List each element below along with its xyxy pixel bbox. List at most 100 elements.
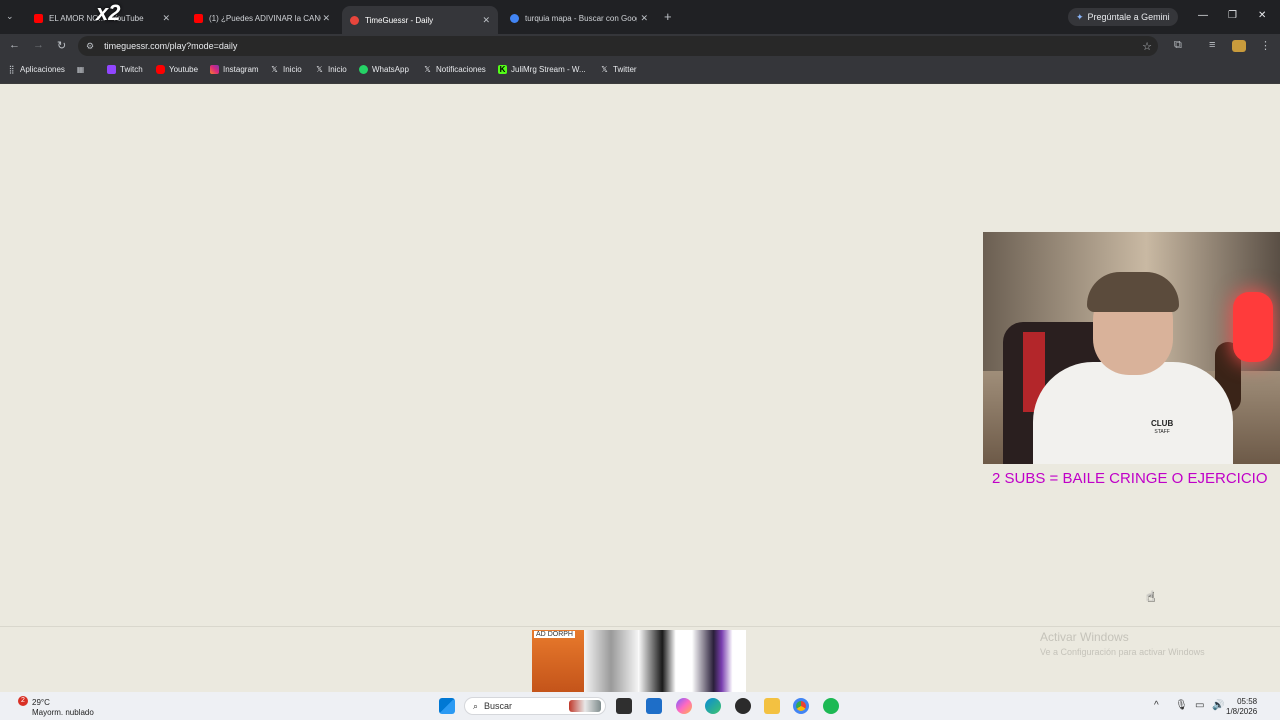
activate-windows-subtitle: Ve a Configuración para activar Windows bbox=[1040, 647, 1205, 657]
bookmark-x-twitter[interactable]: 𝕏 Twitter bbox=[600, 65, 637, 74]
network-icon[interactable]: ▭ bbox=[1195, 700, 1204, 711]
extensions-puzzle-icon[interactable]: ⧉ bbox=[1174, 39, 1182, 52]
bookmark-grid[interactable]: ▦ bbox=[76, 65, 89, 74]
kebab-menu-icon[interactable]: ⋮ bbox=[1260, 39, 1271, 52]
profile-avatar-icon[interactable] bbox=[1232, 40, 1246, 52]
minimize-icon[interactable]: — bbox=[1198, 10, 1208, 21]
restore-icon[interactable]: ❐ bbox=[1228, 10, 1237, 21]
gemini-sparkle-icon: ✦ bbox=[1076, 11, 1084, 22]
taskbar-clock[interactable]: 05:58 1/8/2026 bbox=[1226, 697, 1257, 717]
windows-start-icon[interactable] bbox=[439, 698, 455, 714]
tab-title: (1) ¿Puedes ADIVINAR la CANCIÓN bbox=[209, 13, 321, 23]
shirt-logo-line1: CLUB bbox=[1151, 419, 1174, 428]
youtube-icon bbox=[156, 65, 165, 74]
tab-title: TimeGuessr - Daily bbox=[365, 15, 434, 25]
edge-browser-icon[interactable] bbox=[705, 698, 721, 714]
bookmark-whatsapp[interactable]: WhatsApp bbox=[359, 65, 409, 74]
tab-timeguessr[interactable]: TimeGuessr - Daily ✕ bbox=[342, 6, 498, 34]
tab-search-chevron-icon[interactable]: ⌄ bbox=[6, 11, 14, 22]
x-icon: 𝕏 bbox=[316, 65, 323, 74]
windows-taskbar: 2 29°C Mayorm. nublado ⌕ Buscar ^ 🎙 ▭ 🔊 … bbox=[0, 692, 1280, 720]
reload-icon[interactable]: ↻ bbox=[57, 39, 66, 52]
close-tab-icon[interactable]: ✕ bbox=[640, 13, 648, 24]
chrome-browser-icon[interactable] bbox=[793, 698, 809, 714]
bookmark-x-inicio-2[interactable]: 𝕏 Inicio bbox=[315, 65, 346, 74]
bookmark-label: Inicio bbox=[283, 65, 302, 74]
new-tab-plus-icon[interactable]: + bbox=[664, 9, 672, 24]
tab-google-search[interactable]: turquia mapa - Buscar con Google ✕ bbox=[502, 6, 656, 30]
gemini-label: Pregúntale a Gemini bbox=[1087, 12, 1170, 22]
instagram-icon bbox=[210, 65, 219, 74]
bookmark-label: WhatsApp bbox=[372, 65, 409, 74]
search-icon: ⌕ bbox=[473, 700, 479, 711]
close-tab-icon[interactable]: ✕ bbox=[482, 15, 490, 26]
back-arrow-icon[interactable]: ← bbox=[9, 39, 20, 51]
shirt-logo: CLUB STAFF bbox=[1151, 420, 1173, 436]
bookmark-label: Aplicaciones bbox=[20, 65, 65, 74]
bookmark-star-icon[interactable]: ☆ bbox=[1142, 40, 1152, 53]
app-icon-2[interactable] bbox=[735, 698, 751, 714]
address-bar[interactable]: ⚙ timeguessr.com/play?mode=daily ☆ bbox=[78, 36, 1158, 56]
app-icon-1[interactable] bbox=[646, 698, 662, 714]
ad-product-black bbox=[638, 630, 692, 692]
activate-windows-watermark: Activar Windows Ve a Configuración para … bbox=[1040, 630, 1205, 657]
bookmark-label: Instagram bbox=[223, 65, 259, 74]
streamer-body bbox=[1033, 362, 1233, 464]
gemini-button[interactable]: ✦ Pregúntale a Gemini bbox=[1068, 8, 1178, 26]
ad-label: AD DORPH bbox=[534, 631, 575, 638]
x-icon: 𝕏 bbox=[601, 65, 608, 74]
bookmark-kick-stream[interactable]: K JuliMrg Stream - W... bbox=[498, 65, 586, 74]
timeguessr-favicon-icon bbox=[350, 15, 359, 25]
forward-arrow-icon[interactable]: → bbox=[33, 39, 44, 51]
site-info-icon[interactable]: ⚙ bbox=[86, 41, 94, 52]
bookmark-instagram[interactable]: Instagram bbox=[210, 65, 259, 74]
media-control-icon[interactable]: ≡ bbox=[1209, 39, 1215, 51]
ad-banner[interactable]: AD DORPH bbox=[532, 630, 746, 692]
weather-desc: Mayorm. nublado bbox=[32, 708, 94, 717]
apps-grid-icon: ⣿ bbox=[8, 65, 15, 74]
search-highlight-image bbox=[569, 700, 601, 712]
twitch-icon bbox=[107, 65, 116, 74]
bookmark-label: Youtube bbox=[169, 65, 199, 74]
microphone-icon[interactable]: 🎙 bbox=[1175, 700, 1188, 711]
tab-title: turquia mapa - Buscar con Google bbox=[525, 13, 637, 23]
ad-product-purple bbox=[692, 630, 746, 692]
copilot-icon[interactable] bbox=[676, 698, 692, 714]
close-tab-icon[interactable]: ✕ bbox=[162, 13, 170, 24]
file-explorer-icon[interactable] bbox=[764, 698, 780, 714]
bookmark-label: Twitter bbox=[613, 65, 637, 74]
bookmark-apps[interactable]: ⣿ Aplicaciones bbox=[7, 65, 65, 74]
bookmark-twitch[interactable]: Twitch bbox=[107, 65, 143, 74]
clock-date: 1/8/2026 bbox=[1226, 707, 1258, 716]
bookmarks-bar: ⣿ Aplicaciones ▦ Twitch Youtube Instagra… bbox=[0, 58, 1280, 84]
whatsapp-icon bbox=[359, 65, 368, 74]
streamer-hair bbox=[1087, 272, 1179, 312]
tab-strip: ⌄ EL AMOR NO... - YouTube ✕ x2 (1) ¿Pued… bbox=[0, 0, 1280, 34]
shirt-logo-line2: STAFF bbox=[1154, 429, 1170, 435]
youtube-favicon-icon bbox=[34, 13, 43, 23]
weather-widget[interactable]: 29°C Mayorm. nublado bbox=[32, 698, 94, 718]
spotify-icon[interactable] bbox=[823, 698, 839, 714]
bookmark-x-notificaciones[interactable]: 𝕏 Notificaciones bbox=[423, 65, 486, 74]
sub-goal-text: 2 SUBS = BAILE CRINGE O EJERCICIO bbox=[992, 470, 1268, 487]
bookmark-x-inicio-1[interactable]: 𝕏 Inicio bbox=[270, 65, 302, 74]
task-view-icon[interactable] bbox=[616, 698, 632, 714]
taskbar-search-box[interactable]: ⌕ Buscar bbox=[464, 697, 606, 715]
tray-overflow-icon[interactable]: ^ bbox=[1154, 700, 1159, 711]
close-window-icon[interactable]: ✕ bbox=[1258, 10, 1266, 21]
bookmark-youtube[interactable]: Youtube bbox=[156, 65, 198, 74]
x-icon: 𝕏 bbox=[271, 65, 278, 74]
close-tab-icon[interactable]: ✕ bbox=[322, 13, 330, 24]
ad-product-tools bbox=[584, 630, 638, 692]
overlay-badge: x2 bbox=[96, 0, 121, 25]
tab-youtube-2[interactable]: (1) ¿Puedes ADIVINAR la CANCIÓN ✕ bbox=[186, 6, 338, 30]
taskbar-search-placeholder: Buscar bbox=[484, 701, 513, 711]
google-favicon-icon bbox=[510, 13, 519, 23]
weather-notification-badge: 2 bbox=[18, 696, 28, 706]
url-text: timeguessr.com/play?mode=daily bbox=[104, 41, 238, 51]
browser-toolbar: ← → ↻ ⚙ timeguessr.com/play?mode=daily ☆… bbox=[0, 34, 1280, 58]
weather-temp: 29°C bbox=[32, 698, 50, 707]
youtube-favicon-icon bbox=[194, 13, 203, 23]
activate-windows-title: Activar Windows bbox=[1040, 630, 1129, 644]
volume-icon[interactable]: 🔊 bbox=[1212, 700, 1224, 711]
